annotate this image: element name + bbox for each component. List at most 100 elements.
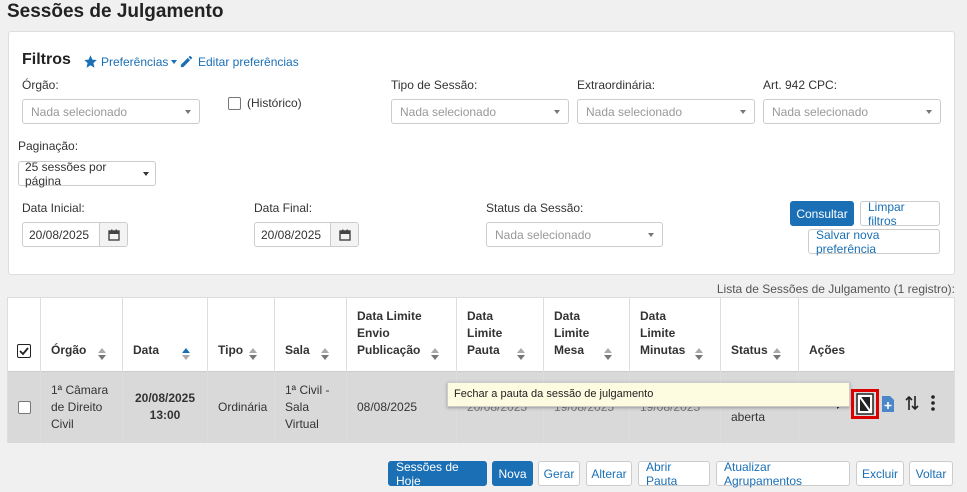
- tipo-sessao-select[interactable]: Nada selecionado: [391, 99, 569, 124]
- cell-orgao: 1ª Câmara de Direito Civil: [41, 371, 123, 443]
- data-final-value: 20/08/2025: [261, 228, 322, 242]
- sort-icon[interactable]: [773, 348, 781, 360]
- caret-down-icon: [740, 109, 746, 114]
- sort-icon[interactable]: [431, 348, 439, 360]
- header-data-limite-minutas-label: Data Limite Minutas: [640, 309, 686, 357]
- header-sala[interactable]: Sala: [275, 298, 347, 371]
- sort-asc-icon[interactable]: [182, 348, 190, 360]
- header-orgao-label: Órgão: [51, 343, 87, 357]
- caret-down-icon: [185, 109, 191, 114]
- header-data-label: Data: [133, 343, 160, 357]
- excluir-button[interactable]: Excluir: [856, 461, 904, 486]
- voltar-button[interactable]: Voltar: [909, 461, 953, 486]
- header-sala-label: Sala: [285, 343, 310, 357]
- add-document-icon[interactable]: [881, 395, 895, 413]
- paginacao-label: Paginação:: [18, 139, 79, 153]
- edit-preferences-label: Editar preferências: [198, 54, 299, 69]
- header-select-all: [8, 298, 41, 371]
- extraordinaria-select[interactable]: Nada selecionado: [577, 99, 755, 124]
- gerar-button[interactable]: Gerar: [538, 461, 580, 486]
- orgao-select[interactable]: Nada selecionado: [22, 99, 200, 124]
- cell-data-limite-envio: 08/08/2025: [347, 371, 457, 443]
- more-vertical-icon[interactable]: [930, 395, 936, 411]
- extraordinaria-select-value: Nada selecionado: [586, 104, 683, 119]
- filters-panel: Filtros Preferências Editar preferências…: [8, 31, 955, 275]
- sort-icon[interactable]: [98, 348, 106, 360]
- data-inicial-label: Data Inicial:: [22, 201, 85, 215]
- caret-down-icon: [648, 232, 654, 237]
- highlight-box: [851, 389, 879, 419]
- preferences-dropdown[interactable]: Preferências: [83, 54, 178, 69]
- header-data-limite-mesa[interactable]: Data Limite Mesa: [544, 298, 630, 371]
- historico-checkbox[interactable]: [228, 96, 241, 110]
- data-final-label: Data Final:: [254, 201, 313, 215]
- calendar-icon[interactable]: [330, 223, 358, 246]
- row-checkbox[interactable]: [17, 400, 31, 414]
- cell-data: 20/08/2025 13:00: [123, 371, 208, 443]
- consultar-button[interactable]: Consultar: [790, 201, 854, 226]
- sessions-table: Órgão Data Tipo Sala Data Limite Envio P…: [7, 297, 955, 443]
- sort-icon[interactable]: [249, 348, 257, 360]
- paginacao-select[interactable]: 25 sessões por página: [18, 159, 156, 188]
- header-status-label: Status: [731, 343, 768, 357]
- sort-icon[interactable]: [517, 348, 525, 360]
- atualizar-agrupamentos-button[interactable]: Atualizar Agrupamentos: [716, 460, 850, 488]
- historico-checkbox-group[interactable]: (Histórico): [228, 96, 302, 110]
- preferences-label: Preferências: [101, 54, 169, 69]
- art942-label: Art. 942 CPC:: [763, 78, 838, 92]
- caret-down-icon: [554, 109, 560, 114]
- historico-label: (Histórico): [247, 96, 302, 110]
- status-sessao-select[interactable]: Nada selecionado: [486, 222, 663, 247]
- art942-select[interactable]: Nada selecionado: [763, 99, 941, 124]
- sort-icon[interactable]: [695, 348, 703, 360]
- list-caption: Lista de Sessões de Julgamento (1 regist…: [716, 282, 955, 296]
- caret-down-icon: [143, 171, 149, 176]
- sessoes-hoje-button[interactable]: Sessões de Hoje: [388, 460, 487, 488]
- pencil-icon: [180, 55, 193, 68]
- data-inicial-value: 20/08/2025: [29, 228, 90, 242]
- data-final-input[interactable]: 20/08/2025: [254, 222, 359, 247]
- art942-select-value: Nada selecionado: [772, 104, 869, 119]
- sort-icon[interactable]: [604, 348, 612, 360]
- header-acoes-label: Ações: [809, 343, 846, 357]
- nova-button[interactable]: Nova: [492, 461, 533, 486]
- header-data-limite-pauta[interactable]: Data Limite Pauta: [457, 298, 544, 371]
- header-orgao[interactable]: Órgão: [41, 298, 123, 371]
- header-data-limite-minutas[interactable]: Data Limite Minutas: [630, 298, 721, 371]
- header-tipo-label: Tipo: [218, 343, 244, 357]
- page-title: Sessões de Julgamento: [7, 1, 224, 22]
- caret-down-icon: [926, 109, 932, 114]
- header-data-limite-envio[interactable]: Data Limite Envio Publicação: [347, 298, 457, 371]
- alterar-button[interactable]: Alterar: [586, 461, 632, 486]
- checked-checkbox-icon[interactable]: [17, 344, 31, 358]
- header-data-limite-mesa-label: Data Limite Mesa: [554, 309, 590, 357]
- cell-tipo: Ordinária: [208, 371, 275, 443]
- header-acoes: Ações: [799, 298, 954, 371]
- abrir-pauta-button[interactable]: Abrir Pauta: [638, 460, 710, 488]
- edit-preferences-link[interactable]: Editar preferências: [179, 54, 299, 69]
- header-tipo[interactable]: Tipo: [208, 298, 275, 371]
- orgao-select-value: Nada selecionado: [31, 104, 128, 119]
- star-icon: [84, 55, 97, 68]
- sort-icon[interactable]: [321, 348, 329, 360]
- status-sessao-label: Status da Sessão:: [486, 201, 584, 215]
- tooltip: Fechar a pauta da sessão de julgamento: [447, 382, 850, 407]
- header-data[interactable]: Data: [123, 298, 208, 371]
- salvar-preferencia-button[interactable]: Salvar nova preferência: [808, 228, 940, 256]
- calendar-icon[interactable]: [99, 223, 127, 246]
- row-select-cell: [8, 371, 41, 443]
- chevron-down-icon: [171, 59, 178, 64]
- tipo-sessao-select-value: Nada selecionado: [400, 104, 497, 119]
- filters-title: Filtros: [22, 51, 71, 68]
- orgao-label: Órgão:: [22, 78, 59, 92]
- tipo-sessao-label: Tipo de Sessão:: [391, 78, 478, 92]
- reorder-arrows-icon[interactable]: [905, 395, 919, 411]
- data-inicial-input[interactable]: 20/08/2025: [22, 222, 128, 247]
- paginacao-select-value: 25 sessões por página: [25, 159, 107, 188]
- status-sessao-select-value: Nada selecionado: [495, 227, 592, 242]
- header-status[interactable]: Status: [721, 298, 799, 371]
- header-data-limite-pauta-label: Data Limite Pauta: [467, 309, 503, 357]
- extraordinaria-label: Extraordinária:: [577, 78, 656, 92]
- header-data-limite-envio-label: Data Limite Envio Publicação: [357, 309, 422, 357]
- limpar-filtros-button[interactable]: Limpar filtros: [860, 200, 940, 228]
